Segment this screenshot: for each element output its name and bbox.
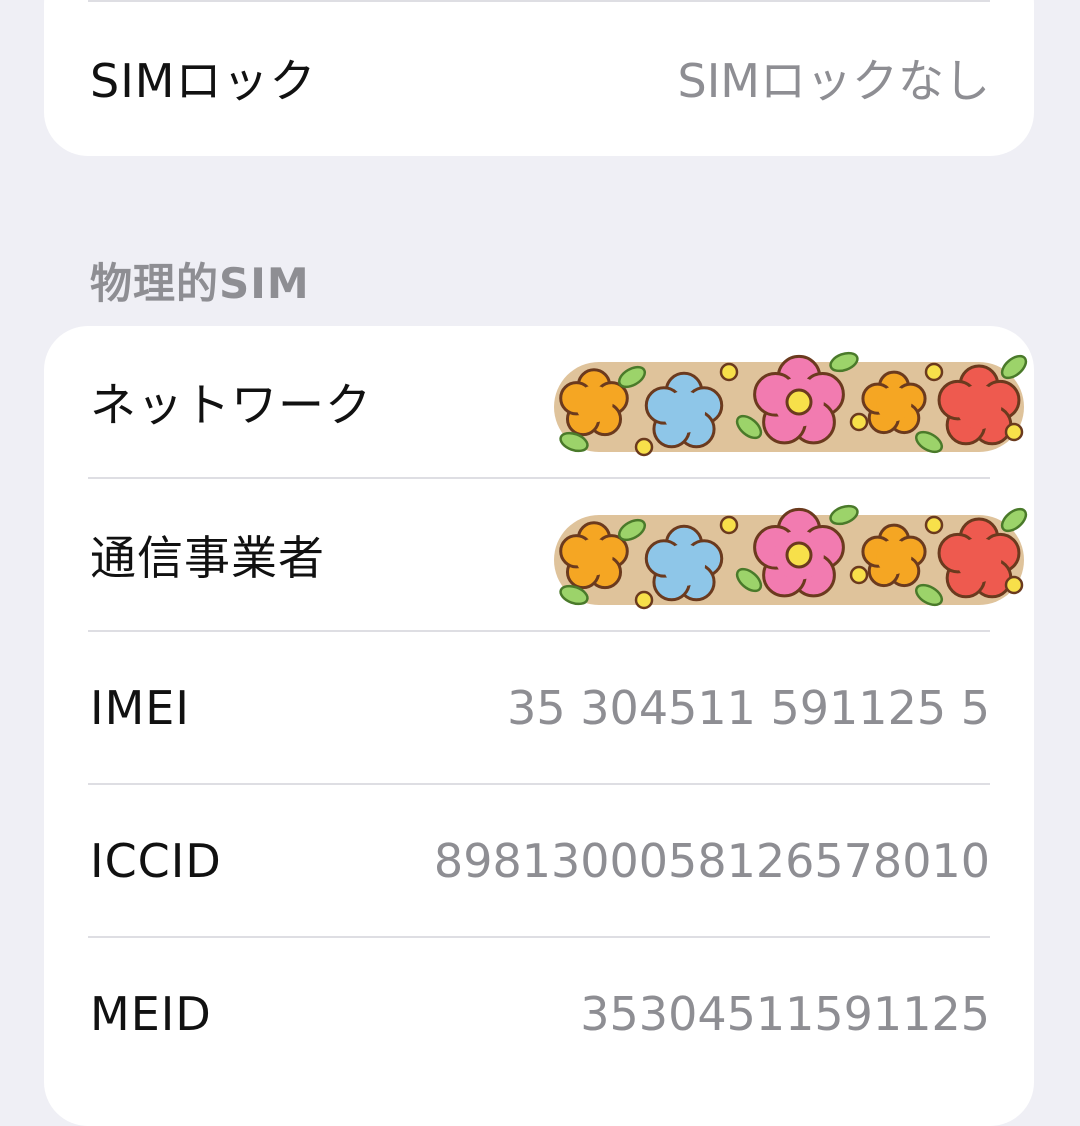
- network-label: ネットワーク: [90, 378, 372, 432]
- iccid-value: 8981300058126578010: [433, 834, 990, 888]
- sim-lock-label: SIMロック: [90, 54, 317, 108]
- imei-label: IMEI: [90, 681, 190, 735]
- flower-sticker-icon: [554, 351, 1028, 457]
- carrier-row: 通信事業者: [44, 479, 1034, 631]
- sim-lock-value: SIMロックなし: [677, 54, 990, 108]
- meid-label: MEID: [90, 987, 212, 1041]
- network-row: ネットワーク: [44, 326, 1034, 478]
- meid-row: MEID 35304511591125: [44, 938, 1034, 1090]
- sim-lock-row: SIMロック SIMロックなし: [44, 2, 1034, 154]
- imei-row: IMEI 35 304511 591125 5: [44, 632, 1034, 784]
- meid-value: 35304511591125: [580, 987, 990, 1041]
- physical-sim-card: ネットワーク 通信事業者 IMEI 35 304511 591125 5 ICC…: [44, 326, 1034, 1126]
- iccid-label: ICCID: [90, 834, 222, 888]
- section-header-physical-sim: 物理的SIM: [90, 259, 310, 308]
- flower-sticker-icon: [554, 504, 1028, 610]
- imei-value: 35 304511 591125 5: [507, 681, 990, 735]
- carrier-label: 通信事業者: [90, 531, 325, 585]
- sim-lock-card: SIMロック SIMロックなし: [44, 0, 1034, 156]
- iccid-row: ICCID 8981300058126578010: [44, 785, 1034, 937]
